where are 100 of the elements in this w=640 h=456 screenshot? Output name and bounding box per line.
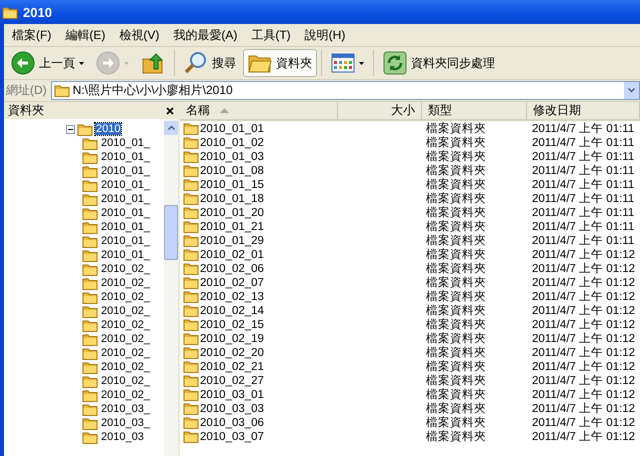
tree-item[interactable]: 2010_01_: [100, 151, 151, 163]
file-name[interactable]: 2010_03_01: [200, 388, 264, 400]
file-name[interactable]: 2010_02_13: [200, 290, 264, 302]
modified-date: 2011/4/7 上午 01:12: [531, 332, 636, 346]
tree-item[interactable]: 2010_02_: [100, 361, 151, 373]
tree-item[interactable]: 2010_01_: [100, 249, 151, 261]
folder-icon: [82, 332, 98, 346]
file-name[interactable]: 2010_02_27: [200, 374, 264, 386]
folder-icon: [183, 178, 199, 191]
address-field[interactable]: N:\照片中心\小\小廖相片\2010: [50, 81, 640, 100]
modified-date: 2011/4/7 上午 01:11: [531, 206, 636, 220]
folder-up-icon: [141, 51, 165, 75]
file-name[interactable]: 2010_02_20: [200, 346, 264, 358]
file-name[interactable]: 2010_02_06: [200, 262, 264, 274]
tree-item[interactable]: 2010_03_: [100, 417, 151, 429]
file-name[interactable]: 2010_03_03: [200, 402, 264, 414]
folder-icon: [183, 262, 199, 275]
file-name[interactable]: 2010_02_15: [200, 318, 264, 330]
folder-icon: [82, 430, 98, 444]
close-icon[interactable]: [166, 106, 174, 114]
tree-item[interactable]: 2010_01_: [100, 193, 151, 205]
caret-icon: [124, 62, 129, 64]
tree-item[interactable]: 2010_02_: [100, 277, 151, 289]
tree-item[interactable]: 2010: [95, 123, 122, 135]
folder-icon: [82, 248, 98, 262]
tree-item[interactable]: 2010_03_: [100, 403, 151, 415]
tree-item[interactable]: 2010_02_: [100, 333, 151, 345]
file-name[interactable]: 2010_01_18: [200, 192, 264, 204]
scrollbar-thumb[interactable]: [164, 205, 178, 260]
column-header[interactable]: 名稱: [180, 102, 338, 119]
menu-item[interactable]: 工具(T): [245, 24, 297, 46]
tree-item[interactable]: 2010_02_: [100, 291, 151, 303]
tree-item[interactable]: 2010_02_: [100, 305, 151, 317]
search-button[interactable]: 搜尋: [179, 49, 241, 77]
file-name[interactable]: 2010_01_15: [200, 178, 264, 190]
tree-item[interactable]: 2010_01_: [100, 207, 151, 219]
modified-date: 2011/4/7 上午 01:11: [531, 234, 636, 248]
file-type: 檔案資料夾: [425, 205, 487, 220]
modified-date: 2011/4/7 上午 01:12: [531, 402, 636, 416]
folder-icon: [183, 164, 199, 177]
column-header[interactable]: 大小: [338, 102, 422, 119]
file-name[interactable]: 2010_01_03: [200, 150, 264, 162]
tree-item[interactable]: 2010_03: [100, 431, 145, 443]
chevron-icon: [628, 88, 635, 93]
tree-item[interactable]: 2010_01_: [100, 235, 151, 247]
folder-icon: [183, 220, 199, 233]
tree-item[interactable]: 2010_02_: [100, 347, 151, 359]
file-type: 檔案資料夾: [425, 373, 487, 388]
menu-item[interactable]: 編輯(E): [59, 24, 112, 46]
file-name[interactable]: 2010_01_01: [200, 122, 264, 134]
menu-item[interactable]: 我的最愛(A): [167, 24, 244, 46]
caret-icon: [79, 62, 84, 64]
modified-date: 2011/4/7 上午 01:11: [531, 178, 636, 192]
file-type: 檔案資料夾: [425, 219, 487, 234]
back-button[interactable]: 上一頁: [6, 49, 89, 77]
tree-item[interactable]: 2010_01_: [100, 137, 151, 149]
folder-icon: [183, 318, 199, 331]
folder-icon: [82, 234, 98, 248]
file-name[interactable]: 2010_02_01: [200, 248, 264, 260]
modified-date: 2011/4/7 上午 01:12: [531, 346, 636, 360]
file-type: 檔案資料夾: [425, 331, 487, 346]
folder-icon: [183, 192, 199, 205]
folder-icon: [82, 290, 98, 304]
folder-icon: [183, 430, 199, 443]
file-name[interactable]: 2010_02_07: [200, 276, 264, 288]
folder-icon: [82, 346, 98, 360]
tree-item[interactable]: 2010_02_: [100, 319, 151, 331]
file-name[interactable]: 2010_01_29: [200, 234, 264, 246]
folder-icon: [82, 388, 98, 402]
file-name[interactable]: 2010_02_14: [200, 304, 264, 316]
scroll-up-button[interactable]: [164, 121, 178, 135]
file-name[interactable]: 2010_01_21: [200, 220, 264, 232]
tree-item[interactable]: 2010_02_: [100, 375, 151, 387]
tree-item[interactable]: 2010_02_: [100, 389, 151, 401]
file-name[interactable]: 2010_03_07: [200, 430, 264, 442]
folder-icon: [183, 360, 199, 373]
menu-item[interactable]: 說明(H): [298, 24, 352, 46]
column-header[interactable]: 修改日期: [527, 102, 640, 119]
folder-icon: [183, 248, 199, 261]
folders-button[interactable]: 資料夾: [243, 49, 317, 77]
file-name[interactable]: 2010_01_02: [200, 136, 264, 148]
folder-icon: [183, 332, 199, 345]
dropdown-button[interactable]: [624, 82, 639, 99]
file-type: 檔案資料夾: [425, 289, 487, 304]
file-name[interactable]: 2010_02_21: [200, 360, 264, 372]
tree-item[interactable]: 2010_01_: [100, 179, 151, 191]
menu-item[interactable]: 檔案(F): [6, 24, 58, 46]
tree-item[interactable]: 2010_02_: [100, 263, 151, 275]
tree-item[interactable]: 2010_01_: [100, 221, 151, 233]
file-type: 檔案資料夾: [425, 135, 487, 150]
menu-item[interactable]: 檢視(V): [113, 24, 166, 46]
file-name[interactable]: 2010_03_06: [200, 416, 264, 428]
sync-button[interactable]: 資料夾同步處理: [378, 49, 500, 77]
folder-icon: [82, 360, 98, 374]
file-name[interactable]: 2010_01_08: [200, 164, 264, 176]
collapse-icon[interactable]: [66, 124, 75, 134]
file-name[interactable]: 2010_01_20: [200, 206, 264, 218]
tree-item[interactable]: 2010_01_: [100, 165, 151, 177]
column-header[interactable]: 類型: [422, 102, 527, 119]
file-name[interactable]: 2010_02_19: [200, 332, 264, 344]
